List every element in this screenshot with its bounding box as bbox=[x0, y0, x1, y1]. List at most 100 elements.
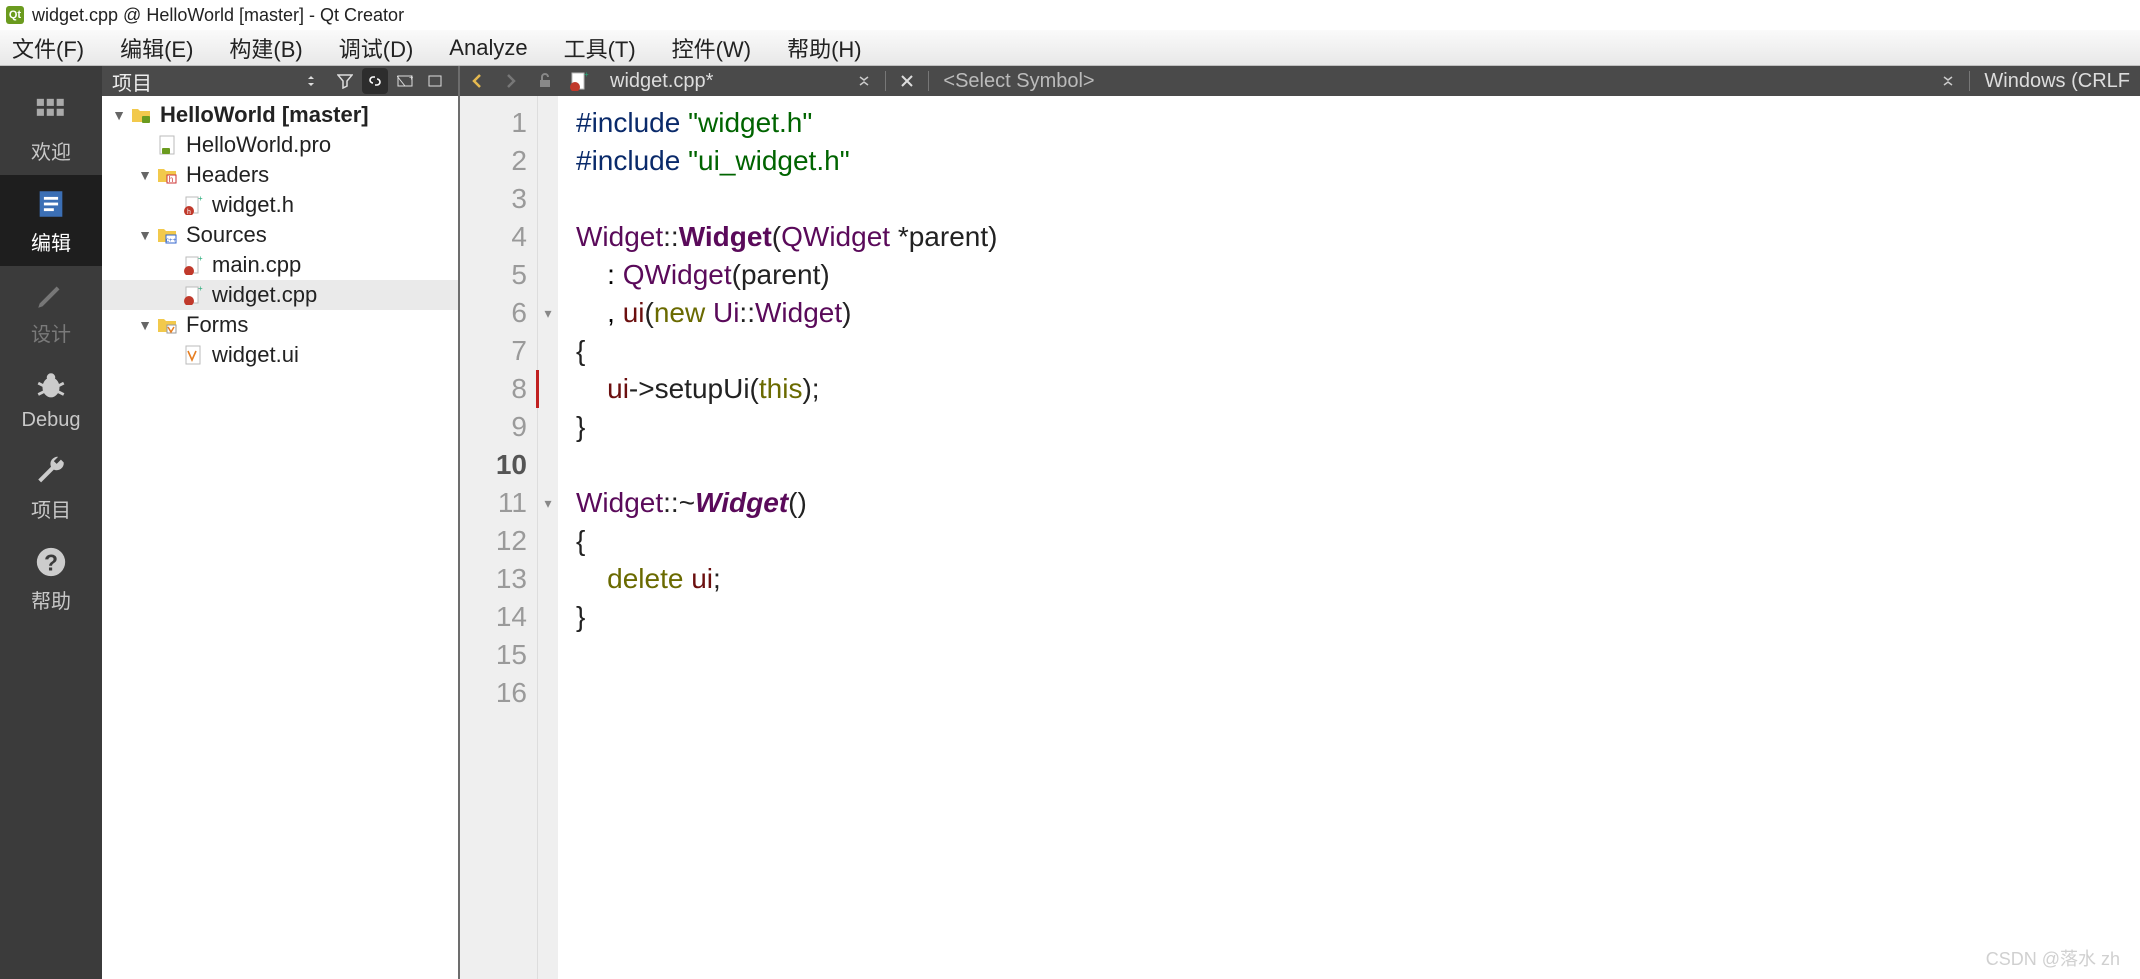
fold-column[interactable]: ▾ ▾ bbox=[538, 96, 558, 979]
lock-icon[interactable] bbox=[528, 66, 562, 96]
tree-widget-cpp[interactable]: + widget.cpp bbox=[102, 280, 458, 310]
filter-icon[interactable] bbox=[332, 68, 358, 94]
tree-forms-label: Forms bbox=[186, 312, 248, 338]
code-editor[interactable]: 1 2 3 4 5 6 7 8 9 10 11 12 13 14 15 16 ▾ bbox=[460, 96, 2140, 979]
line-number[interactable]: 8 bbox=[460, 370, 527, 408]
line-number[interactable]: 2 bbox=[460, 142, 527, 180]
fold-marker[interactable]: ▾ bbox=[538, 484, 558, 522]
menu-tools[interactable]: 工具(T) bbox=[564, 32, 636, 64]
line-number[interactable]: 4 bbox=[460, 218, 527, 256]
tree-main-cpp[interactable]: + main.cpp bbox=[102, 250, 458, 280]
nav-back-button[interactable] bbox=[460, 66, 494, 96]
menu-widgets[interactable]: 控件(W) bbox=[672, 32, 751, 64]
tree-pro-label: HelloWorld.pro bbox=[186, 132, 331, 158]
line-number[interactable]: 5 bbox=[460, 256, 527, 294]
maximize-icon[interactable] bbox=[422, 68, 448, 94]
file-type-icon: + bbox=[562, 66, 596, 96]
chevron-down-icon[interactable]: ▼ bbox=[136, 227, 154, 243]
svg-text:+: + bbox=[198, 285, 203, 293]
line-number[interactable]: 13 bbox=[460, 560, 527, 598]
svg-text:+: + bbox=[198, 255, 203, 263]
mode-design-label: 设计 bbox=[31, 318, 71, 347]
mode-help[interactable]: ? 帮助 bbox=[0, 533, 102, 624]
svg-text:?: ? bbox=[44, 550, 58, 576]
project-tree[interactable]: ▼ HelloWorld [master] HelloWorld.pro ▼ h… bbox=[102, 96, 458, 979]
separator bbox=[1969, 71, 1970, 91]
watermark: CSDN @落水 zh bbox=[1986, 945, 2120, 971]
cpp-file-vcs-icon: + bbox=[182, 284, 204, 306]
line-number[interactable]: 12 bbox=[460, 522, 527, 560]
mode-projects[interactable]: 项目 bbox=[0, 442, 102, 533]
add-split-icon[interactable]: + bbox=[392, 68, 418, 94]
sort-icon[interactable] bbox=[302, 68, 328, 94]
line-number[interactable]: 15 bbox=[460, 636, 527, 674]
line-number[interactable]: 1 bbox=[460, 104, 527, 142]
mode-bar: 欢迎 编辑 设计 Debug 项目 ? 帮助 bbox=[0, 66, 102, 979]
tree-widget-ui[interactable]: widget.ui bbox=[102, 340, 458, 370]
svg-text:+: + bbox=[409, 73, 413, 82]
line-number[interactable]: 11 bbox=[460, 484, 527, 522]
editor-filename[interactable]: widget.cpp* bbox=[596, 70, 727, 93]
side-panel-title: 项目 bbox=[112, 67, 298, 96]
separator bbox=[885, 71, 886, 91]
line-number[interactable]: 9 bbox=[460, 408, 527, 446]
tree-sources-folder[interactable]: ▼ c++ Sources bbox=[102, 220, 458, 250]
svg-text:+: + bbox=[584, 71, 589, 79]
tree-widget-ui-label: widget.ui bbox=[212, 342, 299, 368]
line-number[interactable]: 14 bbox=[460, 598, 527, 636]
separator bbox=[928, 71, 929, 91]
symbol-selector[interactable]: <Select Symbol> bbox=[933, 70, 1941, 93]
chevron-down-icon[interactable]: ▼ bbox=[136, 317, 154, 333]
pencil-icon bbox=[31, 278, 71, 312]
ui-file-icon bbox=[182, 344, 204, 366]
menu-debug[interactable]: 调试(D) bbox=[339, 32, 414, 64]
mode-debug[interactable]: Debug bbox=[0, 357, 102, 442]
line-number[interactable]: 10 bbox=[460, 446, 527, 484]
close-document-button[interactable] bbox=[890, 66, 924, 96]
tree-project-root[interactable]: ▼ HelloWorld [master] bbox=[102, 100, 458, 130]
line-ending-label[interactable]: Windows (CRLF bbox=[1984, 70, 2130, 93]
tree-widget-h[interactable]: h+ widget.h bbox=[102, 190, 458, 220]
mode-edit-label: 编辑 bbox=[31, 227, 71, 256]
project-side-panel: 项目 + ▼ HelloWorld [master] HelloWorld.pr… bbox=[102, 66, 460, 979]
tree-forms-folder[interactable]: ▼ Forms bbox=[102, 310, 458, 340]
mode-welcome[interactable]: 欢迎 bbox=[0, 84, 102, 175]
mode-edit[interactable]: 编辑 bbox=[0, 175, 102, 266]
line-number[interactable]: 7 bbox=[460, 332, 527, 370]
fold-marker[interactable]: ▾ bbox=[538, 294, 558, 332]
wrench-icon bbox=[31, 454, 71, 488]
code-area[interactable]: #include "widget.h" #include "ui_widget.… bbox=[558, 96, 2140, 979]
folder-cpp-icon: c++ bbox=[156, 224, 178, 246]
menu-edit[interactable]: 编辑(E) bbox=[120, 32, 193, 64]
tree-headers-folder[interactable]: ▼ h Headers bbox=[102, 160, 458, 190]
menu-analyze[interactable]: Analyze bbox=[449, 35, 527, 61]
dropdown-icon[interactable] bbox=[1941, 74, 1955, 88]
link-icon[interactable] bbox=[362, 68, 388, 94]
tree-project-label: HelloWorld [master] bbox=[160, 102, 369, 128]
svg-text:+: + bbox=[198, 195, 203, 203]
line-number[interactable]: 6 bbox=[460, 294, 527, 332]
app-icon: Qt bbox=[6, 6, 24, 24]
pro-file-icon bbox=[156, 134, 178, 156]
editor-column: + widget.cpp* <Select Symbol> Windows (C… bbox=[460, 66, 2140, 979]
menu-help[interactable]: 帮助(H) bbox=[787, 32, 862, 64]
line-number[interactable]: 16 bbox=[460, 674, 527, 712]
chevron-down-icon[interactable]: ▼ bbox=[110, 107, 128, 123]
tree-pro-file[interactable]: HelloWorld.pro bbox=[102, 130, 458, 160]
line-number[interactable]: 3 bbox=[460, 180, 527, 218]
chevron-down-icon[interactable]: ▼ bbox=[136, 167, 154, 183]
mode-projects-label: 项目 bbox=[31, 494, 71, 523]
svg-text:h: h bbox=[187, 209, 191, 215]
menu-build[interactable]: 构建(B) bbox=[229, 32, 302, 64]
folder-ui-icon bbox=[156, 314, 178, 336]
h-file-vcs-icon: h+ bbox=[182, 194, 204, 216]
nav-forward-button[interactable] bbox=[494, 66, 528, 96]
tree-headers-label: Headers bbox=[186, 162, 269, 188]
dropdown-icon[interactable] bbox=[847, 66, 881, 96]
folder-qt-icon bbox=[130, 104, 152, 126]
mode-welcome-label: 欢迎 bbox=[31, 136, 71, 165]
side-panel-header: 项目 + bbox=[102, 66, 458, 96]
line-number-gutter[interactable]: 1 2 3 4 5 6 7 8 9 10 11 12 13 14 15 16 bbox=[460, 96, 538, 979]
menu-file[interactable]: 文件(F) bbox=[12, 32, 84, 64]
mode-design[interactable]: 设计 bbox=[0, 266, 102, 357]
